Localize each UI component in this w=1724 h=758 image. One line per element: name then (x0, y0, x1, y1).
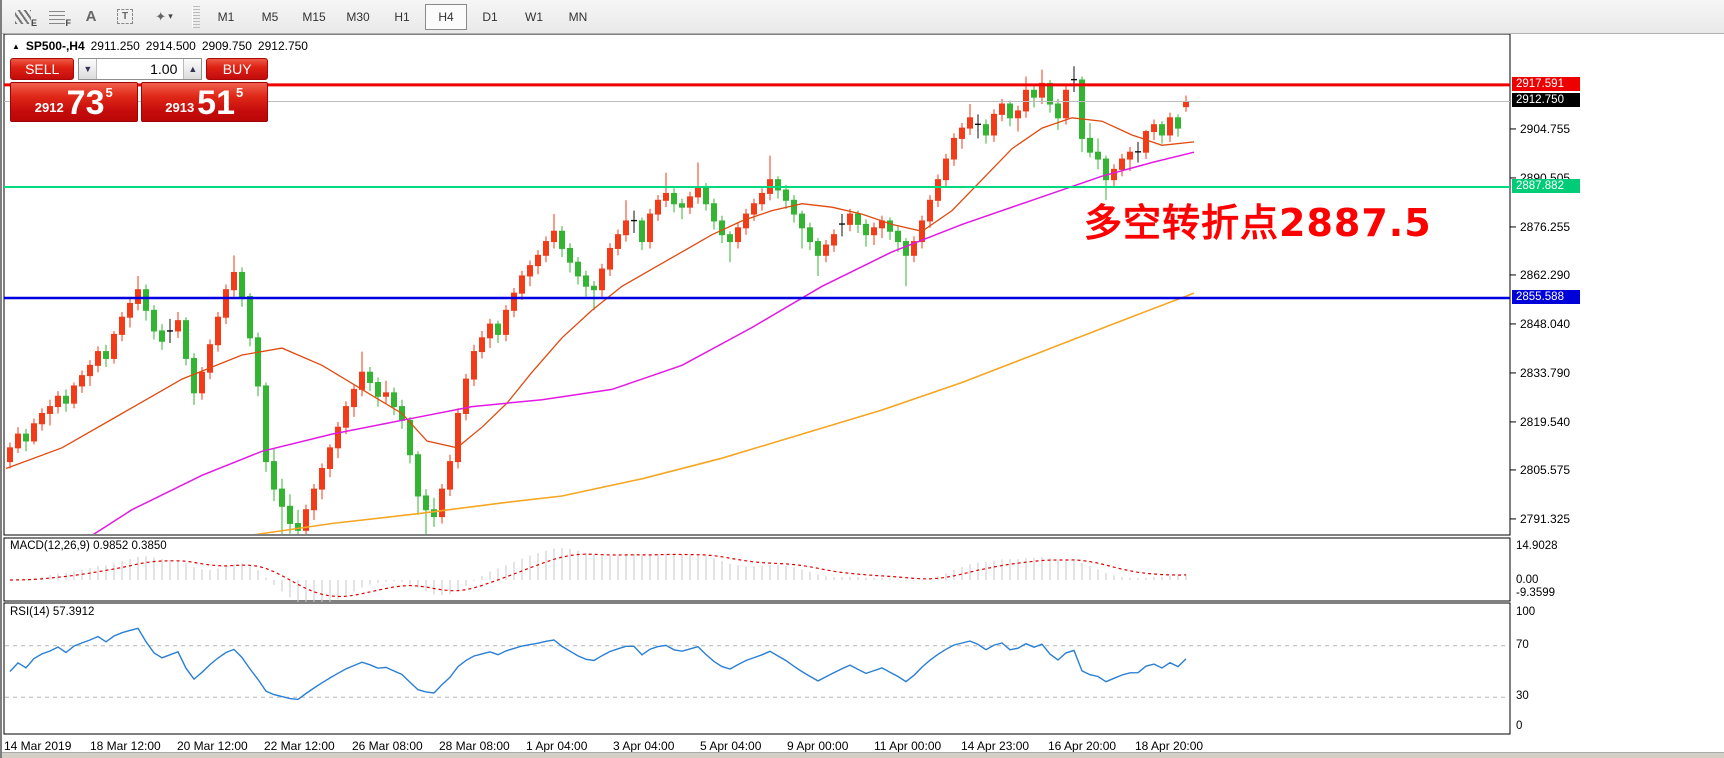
arrows-icon[interactable]: ✦ ▾ (142, 3, 186, 30)
bid-prefix: 2912 (35, 100, 64, 115)
time-tick-label: 18 Mar 12:00 (90, 739, 161, 753)
tf-button-h4[interactable]: H4 (425, 4, 467, 30)
icon-letter: F (66, 18, 72, 28)
time-tick-label: 16 Apr 20:00 (1048, 739, 1116, 753)
chart-workspace: ▲ SP500-,H4 2911.250 2914.500 2909.750 2… (2, 34, 1724, 758)
price-tick-label: 2904.755 (1520, 122, 1570, 136)
tf-button-m1[interactable]: M1 (205, 4, 247, 30)
bid-pip-digit: 5 (106, 85, 113, 100)
text-icon[interactable]: A (74, 3, 108, 30)
chart-annotation-text[interactable]: 多空转折点2887.5 (1084, 192, 1432, 247)
price-tick-label: 2848.040 (1520, 317, 1570, 331)
text-label-icon[interactable]: T (108, 3, 142, 30)
price-line-label[interactable]: 2855.588 (1512, 290, 1580, 304)
tf-button-m15[interactable]: M15 (293, 4, 335, 30)
time-tick-label: 9 Apr 00:00 (787, 739, 848, 753)
price-tick-label: 2862.290 (1520, 268, 1570, 282)
chart-canvas[interactable] (2, 34, 1724, 758)
mt4-window: E F A T ✦ ▾ M1M5M15M30H1H4D1W1MN ▲ SP500… (0, 0, 1724, 758)
price-tick-label: 2876.255 (1520, 220, 1570, 234)
price-tick-label: 2791.325 (1520, 512, 1570, 526)
time-tick-label: 28 Mar 08:00 (439, 739, 510, 753)
time-tick-label: 20 Mar 12:00 (177, 739, 248, 753)
tf-button-m5[interactable]: M5 (249, 4, 291, 30)
low-value: 2909.750 (202, 39, 252, 53)
ask-price-button[interactable]: 2913 51 5 (141, 82, 269, 122)
macd-axis-label: 14.9028 (1516, 540, 1558, 552)
price-tick-label: 2805.575 (1520, 463, 1570, 477)
rsi-indicator-label: RSI(14) 57.3912 (10, 606, 94, 618)
macd-axis-label: 0.00 (1516, 574, 1538, 586)
bid-big-digits: 73 (67, 88, 105, 119)
price-line-label[interactable]: 2912.750 (1512, 93, 1580, 107)
volume-input[interactable] (97, 59, 183, 79)
volume-stepper: ▼ ▲ (78, 58, 202, 80)
window-bottom-edge (2, 752, 1724, 758)
tf-button-h1[interactable]: H1 (381, 4, 423, 30)
tf-button-w1[interactable]: W1 (513, 4, 555, 30)
rsi-axis-label: 100 (1516, 606, 1535, 618)
rsi-axis-label: 30 (1516, 690, 1529, 702)
time-tick-label: 3 Apr 04:00 (613, 739, 674, 753)
time-tick-label: 26 Mar 08:00 (352, 739, 423, 753)
rsi-axis-label: 70 (1516, 639, 1529, 651)
time-tick-label: 11 Apr 00:00 (874, 739, 941, 753)
tf-button-d1[interactable]: D1 (469, 4, 511, 30)
volume-increase-button[interactable]: ▲ (183, 59, 201, 79)
toolbar: E F A T ✦ ▾ M1M5M15M30H1H4D1W1MN (2, 0, 1724, 34)
close-value: 2912.750 (258, 39, 308, 53)
icon-letter: E (31, 18, 37, 28)
ask-big-digits: 51 (197, 88, 235, 119)
icon-letter: A (86, 8, 97, 25)
chart-title: ▲ SP500-,H4 2911.250 2914.500 2909.750 2… (12, 39, 308, 53)
icon-glyph: ✦ (155, 9, 166, 25)
time-tick-label: 14 Apr 23:00 (961, 739, 1029, 753)
one-click-trading-widget: SELL ▼ ▲ BUY 2912 73 5 2913 51 5 (10, 58, 268, 122)
chevron-down-icon: ▾ (168, 11, 173, 22)
grid-icon: F (49, 10, 65, 24)
high-value: 2914.500 (146, 39, 196, 53)
rsi-axis-label: 0 (1516, 720, 1522, 732)
time-tick-label: 1 Apr 04:00 (526, 739, 587, 753)
price-line-label[interactable]: 2917.591 (1512, 77, 1580, 91)
time-tick-label: 14 Mar 2019 (4, 739, 71, 753)
tf-button-mn[interactable]: MN (557, 4, 599, 30)
time-tick-label: 22 Mar 12:00 (264, 739, 335, 753)
macd-indicator-label: MACD(12,26,9) 0.9852 0.3850 (10, 540, 167, 552)
open-value: 2911.250 (91, 39, 140, 53)
time-tick-label: 18 Apr 20:00 (1135, 739, 1203, 753)
collapse-icon[interactable]: ▲ (12, 42, 20, 51)
hatch-icon: E (15, 10, 31, 24)
ask-pip-digit: 5 (236, 85, 243, 100)
tf-button-m30[interactable]: M30 (337, 4, 379, 30)
price-tick-label: 2833.790 (1520, 366, 1570, 380)
fibonacci-retracement-icon[interactable]: F (40, 3, 74, 30)
toolbar-grip[interactable] (192, 6, 200, 28)
price-tick-label: 2819.540 (1520, 415, 1570, 429)
bid-price-button[interactable]: 2912 73 5 (10, 82, 138, 122)
macd-axis-label: -9.3599 (1516, 587, 1555, 599)
icon-letter: T (117, 9, 133, 24)
ask-prefix: 2913 (165, 100, 194, 115)
time-tick-label: 5 Apr 04:00 (700, 739, 761, 753)
timeframe-group: M1M5M15M30H1H4D1W1MN (204, 4, 600, 30)
buy-button[interactable]: BUY (206, 58, 268, 80)
equidistant-channel-icon[interactable]: E (6, 3, 40, 30)
symbol-label: SP500-,H4 (26, 39, 85, 53)
price-line-label[interactable]: 2887.882 (1512, 179, 1580, 193)
volume-decrease-button[interactable]: ▼ (79, 59, 97, 79)
sell-button[interactable]: SELL (10, 58, 74, 80)
